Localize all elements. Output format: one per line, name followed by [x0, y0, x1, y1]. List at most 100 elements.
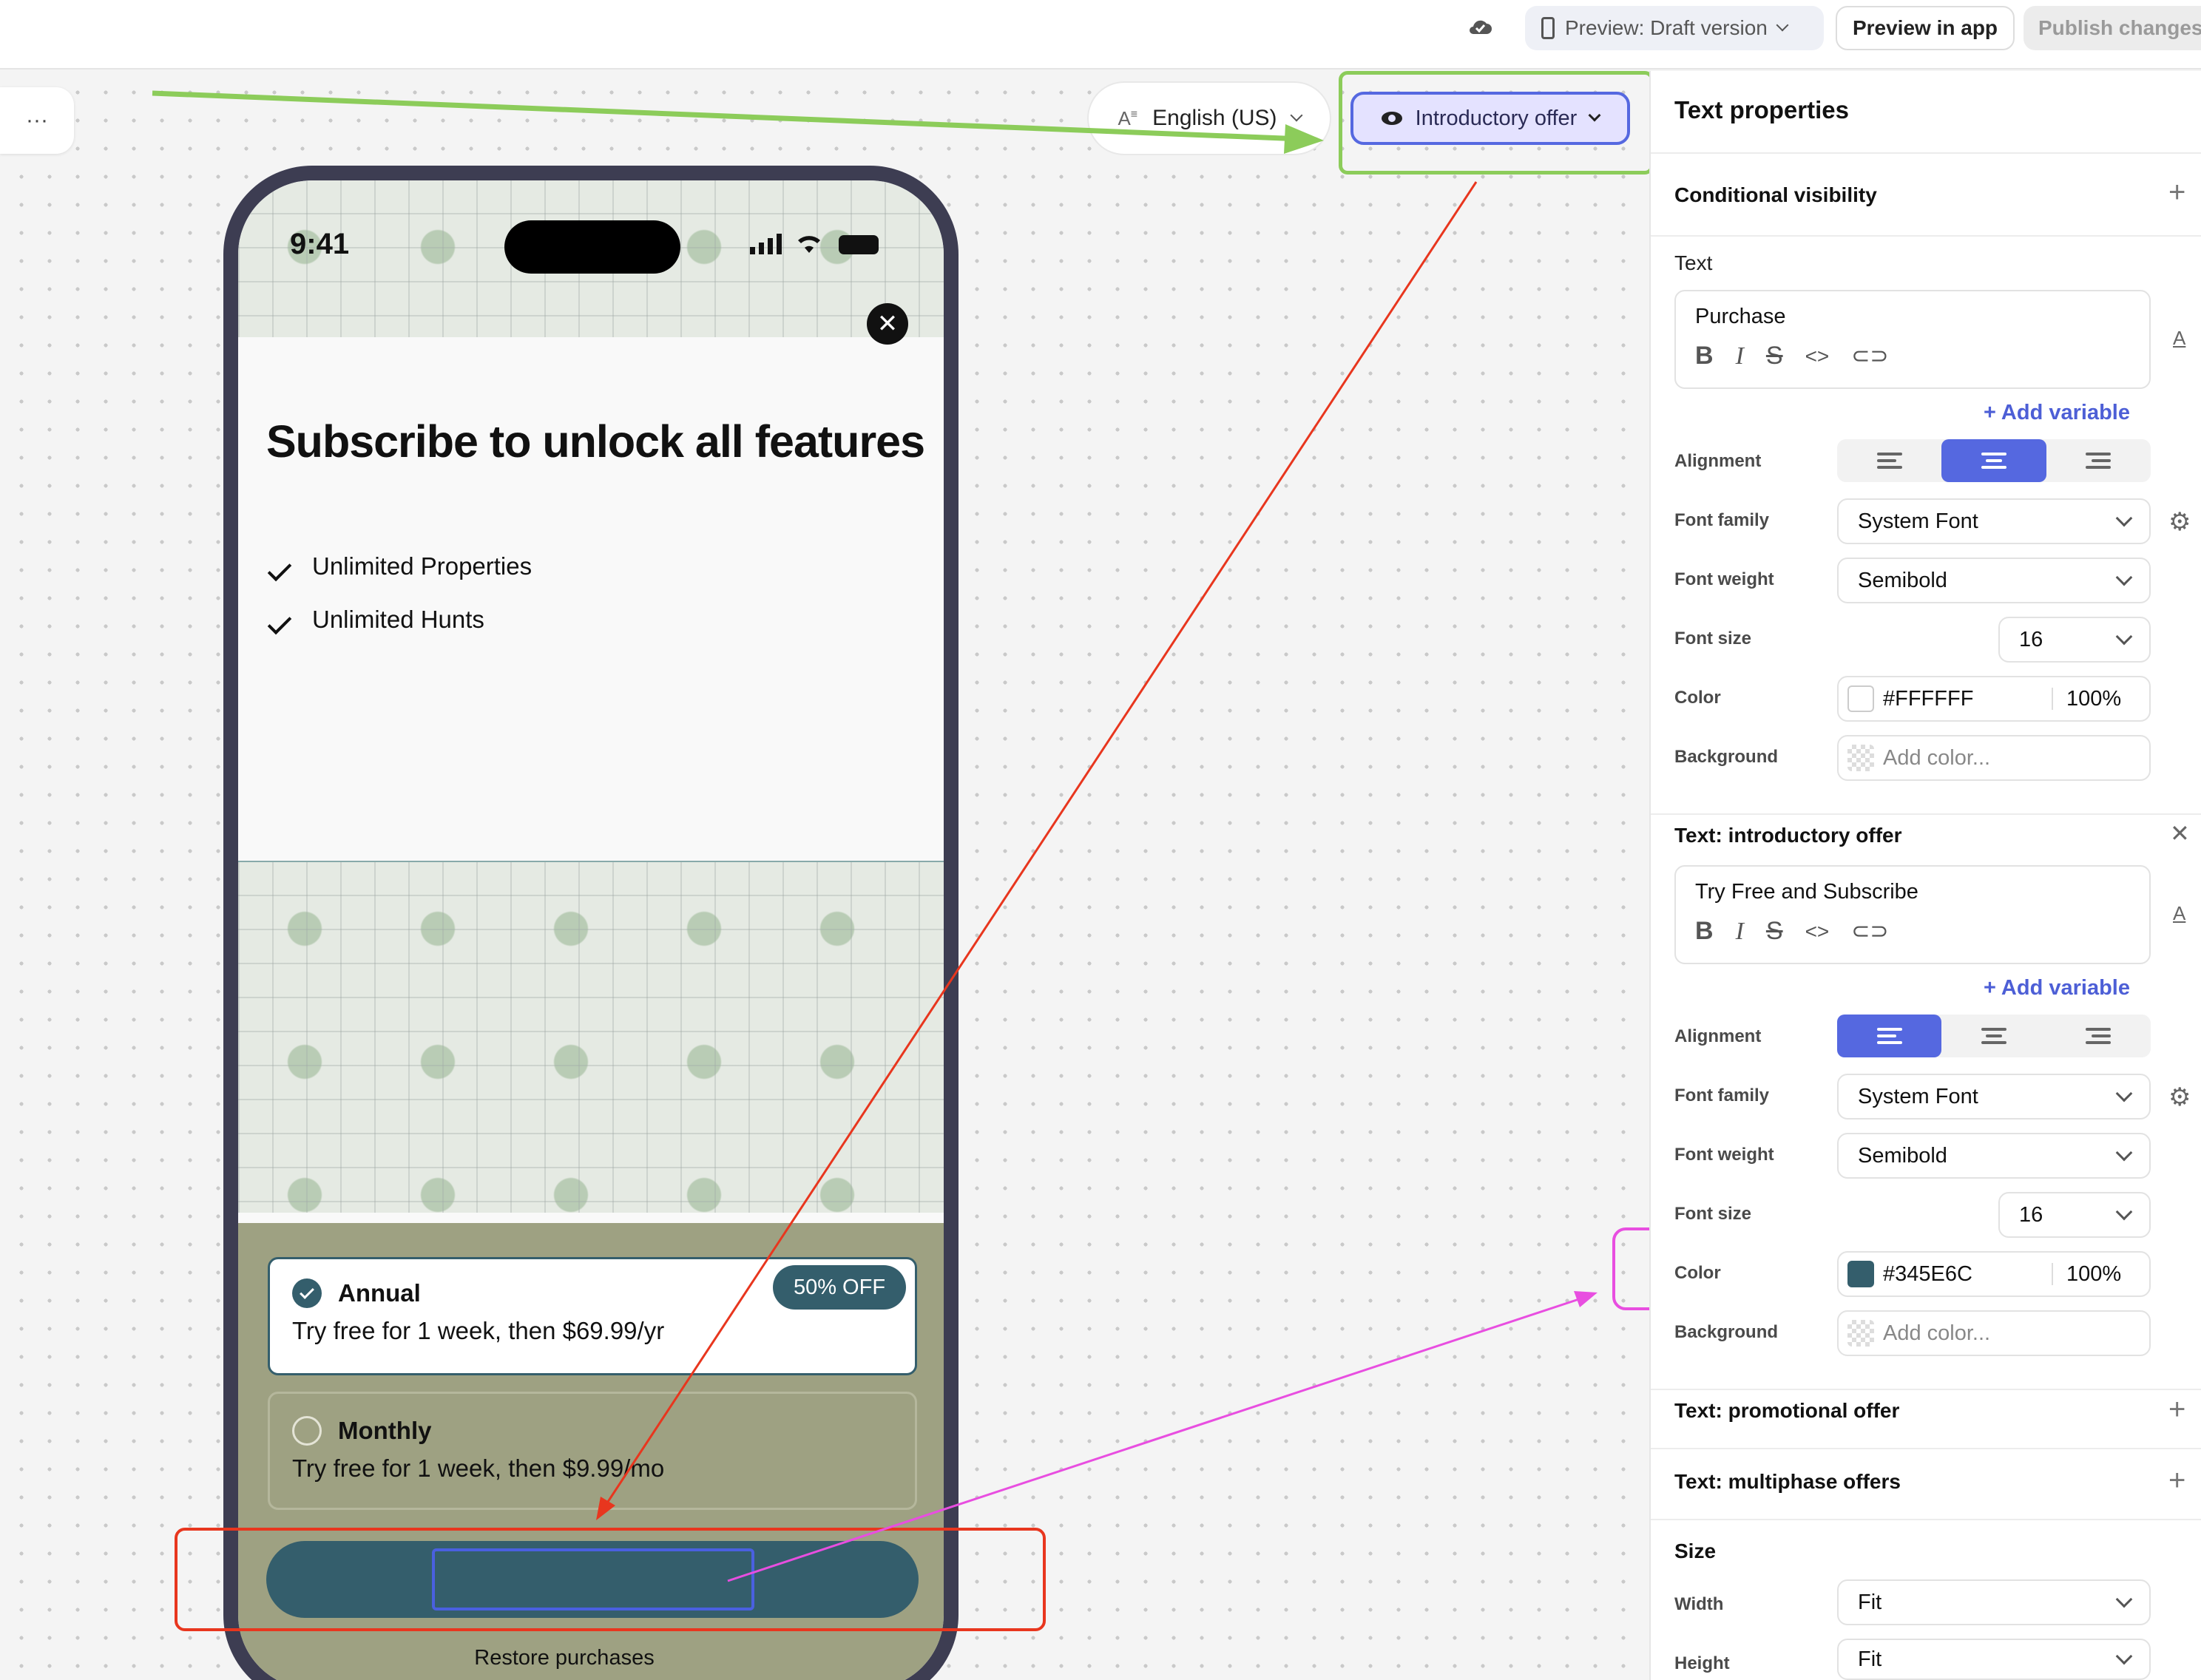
align-center-button[interactable] [1941, 1015, 2046, 1057]
intro-text-editor[interactable]: Try Free and Subscribe B I S <> ⊂⊃ [1674, 865, 2151, 964]
color-swatch[interactable] [1847, 1261, 1874, 1287]
color-opacity[interactable]: 100% [2066, 687, 2121, 711]
color-opacity[interactable]: 100% [2066, 1262, 2121, 1287]
dynamic-island [504, 220, 680, 274]
language-dropdown[interactable]: A≡ English (US) [1087, 81, 1331, 155]
visibility-mode-dropdown[interactable]: Introductory offer [1350, 92, 1630, 145]
background-field[interactable]: Add color... [1837, 735, 2151, 781]
link-icon[interactable]: ⊂⊃ [1851, 343, 1888, 369]
radio-selected-icon [292, 1278, 322, 1308]
width-label: Width [1674, 1594, 1724, 1614]
preview-in-app-button[interactable]: Preview in app [1836, 6, 2015, 50]
align-left-icon [1876, 453, 1902, 469]
font-size-select[interactable]: 16 [1998, 617, 2151, 663]
width-select[interactable]: Fit [1837, 1579, 2151, 1625]
chevron-down-icon [2115, 1144, 2133, 1162]
language-label: English (US) [1152, 106, 1277, 130]
divider [1651, 1448, 2201, 1449]
chevron-down-icon [2115, 1647, 2133, 1665]
height-label: Height [1674, 1653, 1730, 1673]
bold-icon[interactable]: B [1695, 917, 1714, 946]
transparent-swatch-icon [1847, 745, 1874, 771]
more-menu-button[interactable]: ··· [0, 87, 74, 154]
intro-color-field[interactable]: #345E6C 100% [1837, 1251, 2151, 1297]
align-center-button[interactable] [1941, 439, 2046, 482]
multiphase-offers-section-title: Text: multiphase offers [1674, 1470, 1901, 1493]
font-size-label: Font size [1674, 1204, 1752, 1224]
divider [1651, 813, 2201, 815]
strikethrough-icon[interactable]: S [1766, 917, 1783, 946]
font-family-select[interactable]: System Font [1837, 498, 2151, 544]
close-icon[interactable]: ✕ [867, 303, 908, 345]
add-variable-button[interactable]: + Add variable [1984, 976, 2130, 1000]
chevron-down-icon [1776, 18, 1789, 32]
phone-preview: 9:41 ✕ Subscribe to unlock all features … [223, 166, 958, 1680]
gear-icon[interactable]: ⚙ [2168, 507, 2191, 537]
color-field[interactable]: #FFFFFF 100% [1837, 676, 2151, 722]
text-label: Text [1674, 251, 1713, 274]
gear-icon[interactable]: ⚙ [2168, 1083, 2191, 1112]
code-icon[interactable]: <> [1805, 920, 1830, 944]
add-variable-button[interactable]: + Add variable [1984, 401, 2130, 425]
close-section-icon[interactable]: ✕ [2170, 819, 2190, 847]
plus-icon: + [1984, 401, 2001, 424]
plus-icon: + [1984, 976, 2001, 1000]
alignment-control [1837, 439, 2151, 482]
italic-icon[interactable]: I [1736, 918, 1744, 946]
align-right-button[interactable] [2046, 439, 2151, 482]
color-label: Color [1674, 1263, 1721, 1283]
cloud-icon [1467, 18, 1492, 35]
add-color-placeholder: Add color... [1883, 1321, 1991, 1345]
color-swatch[interactable] [1847, 685, 1874, 712]
size-section-title: Size [1674, 1540, 1717, 1562]
color-divider [2052, 688, 2053, 710]
plan-card-monthly[interactable]: Monthly Try free for 1 week, then $9.99/… [268, 1392, 917, 1510]
publish-changes-button[interactable]: Publish changes [2024, 6, 2201, 50]
color-hex[interactable]: #FFFFFF [1883, 687, 2052, 711]
chevron-down-icon [2115, 1591, 2133, 1608]
feature-label: Unlimited Hunts [312, 606, 484, 633]
align-center-icon [1981, 1028, 2006, 1044]
discount-badge: 50% OFF [773, 1265, 906, 1310]
align-right-icon [2086, 1028, 2112, 1044]
alignment-label: Alignment [1674, 1026, 1762, 1046]
purchase-button-text-selection[interactable] [432, 1548, 754, 1610]
background-label: Background [1674, 747, 1779, 767]
bold-icon[interactable]: B [1695, 342, 1714, 370]
font-family-label: Font family [1674, 1085, 1770, 1105]
align-left-button[interactable] [1837, 1015, 1942, 1057]
font-family-select[interactable]: System Font [1837, 1074, 2151, 1120]
font-weight-select[interactable]: Semibold [1837, 558, 2151, 603]
middle-map-image [238, 861, 944, 1213]
font-weight-select[interactable]: Semibold [1837, 1133, 2151, 1179]
add-multiphase-offer-icon[interactable]: + [2168, 1466, 2185, 1495]
height-select[interactable]: Fit [1837, 1639, 2151, 1680]
background-field[interactable]: Add color... [1837, 1310, 2151, 1356]
text-style-icon[interactable]: A [2173, 327, 2185, 350]
align-center-icon [1981, 453, 2006, 469]
text-editor[interactable]: Purchase B I S <> ⊂⊃ [1674, 290, 2151, 389]
list-item: Unlimited Hunts [267, 593, 532, 646]
restore-purchases-link[interactable]: Restore purchases [238, 1646, 890, 1670]
text-style-icon[interactable]: A [2173, 902, 2185, 925]
eye-icon [1381, 112, 1402, 125]
alignment-control [1837, 1015, 2151, 1057]
font-size-select[interactable]: 16 [1998, 1192, 2151, 1238]
chevron-down-icon [1290, 109, 1303, 122]
font-weight-value: Semibold [1858, 568, 1947, 592]
chevron-down-icon [2115, 628, 2133, 646]
color-hex[interactable]: #345E6C [1883, 1262, 2052, 1287]
translate-icon: A≡ [1118, 106, 1138, 129]
italic-icon[interactable]: I [1736, 342, 1744, 370]
align-right-button[interactable] [2046, 1015, 2151, 1057]
top-bar: Preview: Draft version Preview in app Pu… [0, 0, 2201, 70]
preview-version-dropdown[interactable]: Preview: Draft version [1525, 6, 1824, 50]
align-left-button[interactable] [1837, 439, 1941, 482]
strikethrough-icon[interactable]: S [1766, 342, 1783, 370]
code-icon[interactable]: <> [1805, 345, 1830, 368]
plan-card-annual[interactable]: Annual Try free for 1 week, then $69.99/… [268, 1257, 917, 1375]
add-conditional-visibility-icon[interactable]: + [2168, 177, 2185, 207]
add-promo-offer-icon[interactable]: + [2168, 1395, 2185, 1424]
divider [1651, 235, 2201, 237]
link-icon[interactable]: ⊂⊃ [1851, 918, 1888, 944]
